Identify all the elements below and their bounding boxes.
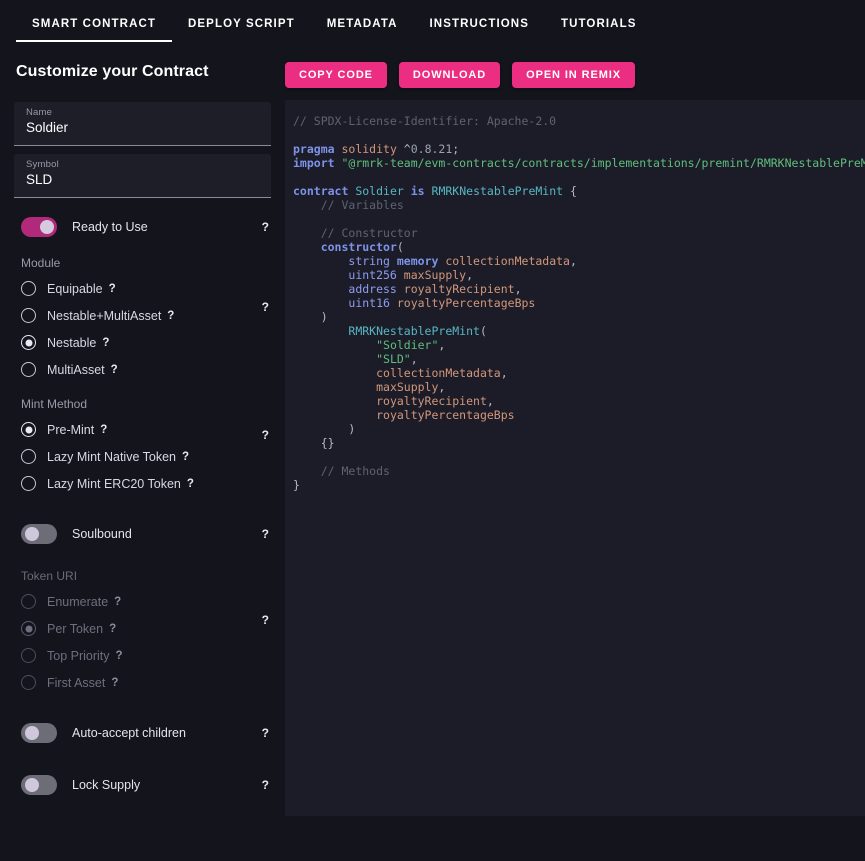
radio-icon <box>21 335 36 350</box>
toggle-knob <box>25 527 39 541</box>
auto-accept-children-toggle[interactable] <box>21 723 57 743</box>
help-icon[interactable]: ? <box>111 364 118 376</box>
module-option-nestable-multiasset[interactable]: Nestable+MultiAsset ? <box>21 302 271 329</box>
token-uri-options: Enumerate ? Per Token ? Top Priority ? F… <box>14 588 271 696</box>
soulbound-row: Soulbound ? <box>14 519 271 549</box>
page-title: Customize your Contract <box>16 63 209 81</box>
radio-icon <box>21 308 36 323</box>
help-icon[interactable]: ? <box>100 424 107 436</box>
soulbound-label: Soulbound <box>72 527 132 541</box>
name-field-label: Name <box>26 107 259 118</box>
module-option-equipable[interactable]: Equipable ? <box>21 275 271 302</box>
radio-icon <box>21 422 36 437</box>
module-group-label: Module <box>21 256 271 270</box>
radio-icon <box>21 362 36 377</box>
open-in-remix-button[interactable]: OPEN IN REMIX <box>512 62 635 88</box>
module-options: Equipable ? Nestable+MultiAsset ? Nestab… <box>14 275 271 383</box>
module-option-multiasset[interactable]: MultiAsset ? <box>21 356 271 383</box>
help-icon[interactable]: ? <box>102 337 109 349</box>
help-icon[interactable]: ? <box>109 283 116 295</box>
token-uri-group-help-icon[interactable]: ? <box>262 613 269 627</box>
tab-smart-contract[interactable]: SMART CONTRACT <box>16 0 172 42</box>
radio-icon <box>21 648 36 663</box>
auto-accept-children-row: Auto-accept children ? <box>14 718 271 748</box>
token-uri-option-enumerate[interactable]: Enumerate ? <box>21 588 271 615</box>
token-uri-option-per-token[interactable]: Per Token ? <box>21 615 271 642</box>
auto-accept-children-help-icon[interactable]: ? <box>262 726 269 740</box>
solidity-source-code: // SPDX-License-Identifier: Apache-2.0 p… <box>293 114 865 492</box>
help-icon[interactable]: ? <box>109 623 116 635</box>
token-uri-group-label: Token URI <box>21 569 271 583</box>
token-uri-option-top-priority[interactable]: Top Priority ? <box>21 642 271 669</box>
help-icon[interactable]: ? <box>114 596 121 608</box>
mint-method-option-lazy-mint-native-token[interactable]: Lazy Mint Native Token ? <box>21 443 271 470</box>
symbol-field-wrapper[interactable]: Symbol <box>14 154 271 198</box>
help-icon[interactable]: ? <box>116 650 123 662</box>
code-preview-panel[interactable]: // SPDX-License-Identifier: Apache-2.0 p… <box>285 100 865 816</box>
contract-config-panel: Name Symbol Ready to Use ? Module Equipa… <box>0 96 285 861</box>
ready-to-use-row: Ready to Use ? <box>14 212 271 242</box>
soulbound-help-icon[interactable]: ? <box>262 527 269 541</box>
lock-supply-row: Lock Supply ? <box>14 770 271 800</box>
help-icon[interactable]: ? <box>111 677 118 689</box>
lock-supply-toggle[interactable] <box>21 775 57 795</box>
toggle-knob <box>25 778 39 792</box>
lock-supply-help-icon[interactable]: ? <box>262 778 269 792</box>
radio-icon <box>21 675 36 690</box>
soulbound-toggle[interactable] <box>21 524 57 544</box>
mint-method-group-label: Mint Method <box>21 397 271 411</box>
radio-icon <box>21 281 36 296</box>
tab-instructions[interactable]: INSTRUCTIONS <box>414 0 545 42</box>
ready-to-use-help-icon[interactable]: ? <box>262 220 269 234</box>
help-icon[interactable]: ? <box>187 478 194 490</box>
download-button[interactable]: DOWNLOAD <box>399 62 500 88</box>
ready-to-use-toggle[interactable] <box>21 217 57 237</box>
toggle-knob <box>40 220 54 234</box>
mint-method-group-help-icon[interactable]: ? <box>262 428 269 442</box>
symbol-input[interactable] <box>26 172 259 187</box>
toggle-knob <box>25 726 39 740</box>
radio-icon <box>21 449 36 464</box>
name-field-wrapper[interactable]: Name <box>14 102 271 146</box>
ready-to-use-label: Ready to Use <box>72 220 148 234</box>
radio-icon <box>21 594 36 609</box>
tab-deploy-script[interactable]: DEPLOY SCRIPT <box>172 0 311 42</box>
name-input[interactable] <box>26 120 259 135</box>
auto-accept-children-label: Auto-accept children <box>72 726 186 740</box>
lock-supply-label: Lock Supply <box>72 778 140 792</box>
action-buttons: COPY CODE DOWNLOAD OPEN IN REMIX <box>285 62 635 88</box>
symbol-field-label: Symbol <box>26 159 259 170</box>
radio-icon <box>21 476 36 491</box>
help-icon[interactable]: ? <box>182 451 189 463</box>
mint-method-options: Pre-Mint ? Lazy Mint Native Token ? Lazy… <box>14 416 271 497</box>
copy-code-button[interactable]: COPY CODE <box>285 62 387 88</box>
tab-bar: SMART CONTRACT DEPLOY SCRIPT METADATA IN… <box>0 0 865 48</box>
module-option-nestable[interactable]: Nestable ? <box>21 329 271 356</box>
mint-method-option-lazy-mint-erc20-token[interactable]: Lazy Mint ERC20 Token ? <box>21 470 271 497</box>
tab-tutorials[interactable]: TUTORIALS <box>545 0 653 42</box>
radio-icon <box>21 621 36 636</box>
token-uri-option-first-asset[interactable]: First Asset ? <box>21 669 271 696</box>
help-icon[interactable]: ? <box>167 310 174 322</box>
mint-method-option-pre-mint[interactable]: Pre-Mint ? <box>21 416 271 443</box>
module-group-help-icon[interactable]: ? <box>262 300 269 314</box>
tab-metadata[interactable]: METADATA <box>311 0 414 42</box>
